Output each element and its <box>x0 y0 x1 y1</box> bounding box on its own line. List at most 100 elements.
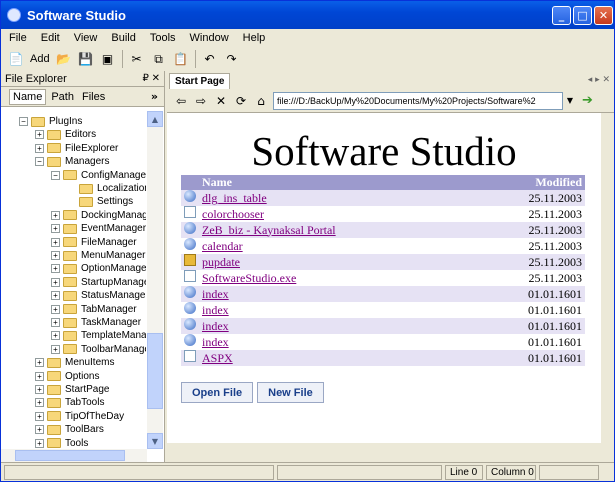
expand-icon[interactable]: + <box>35 130 44 140</box>
expand-icon[interactable]: + <box>35 385 44 394</box>
back-icon[interactable]: ⇦ <box>173 93 189 109</box>
tab-nav-controls[interactable]: ◂ ▸ ✕ <box>588 75 610 85</box>
menu-tools[interactable]: Tools <box>144 32 182 44</box>
tree-item[interactable]: + OptionManager <box>51 262 146 275</box>
tree-item[interactable]: + MenuManager <box>51 249 145 262</box>
tree-item[interactable]: + TipOfTheDay <box>35 410 124 423</box>
new-file-icon[interactable]: 📄 <box>7 50 25 68</box>
tree-item[interactable]: − ConfigManager <box>51 169 146 182</box>
collapse-icon[interactable]: − <box>19 117 28 126</box>
table-row[interactable]: ZeB_biz - Kaynaksal Portal 25.11.2003 <box>181 222 585 238</box>
tree-item[interactable]: + FileManager <box>51 236 137 249</box>
expand-icon[interactable]: + <box>35 411 44 421</box>
tree-item[interactable]: + Options <box>35 370 99 383</box>
minimize-button[interactable]: _ <box>552 6 571 25</box>
file-link[interactable]: dlg_ins_table <box>202 191 267 205</box>
tree-item[interactable]: + TabTools <box>35 396 104 409</box>
tree-item[interactable]: + EventManager <box>51 222 146 235</box>
menu-build[interactable]: Build <box>105 32 141 44</box>
tree-item[interactable]: Settings <box>67 195 133 208</box>
home-icon[interactable]: ⌂ <box>253 93 269 109</box>
table-row[interactable]: SoftwareStudio.exe 25.11.2003 <box>181 270 585 286</box>
table-row[interactable]: colorchooser 25.11.2003 <box>181 206 585 222</box>
tree-item[interactable]: + ToolbarManager <box>51 343 146 356</box>
content-horizontal-scrollbar[interactable] <box>167 443 614 462</box>
add-button[interactable]: Add <box>30 53 50 65</box>
file-link[interactable]: index <box>202 287 229 301</box>
scroll-up-icon[interactable]: ▲ <box>147 111 163 127</box>
file-link[interactable]: index <box>202 303 229 317</box>
new-file-button[interactable]: New File <box>257 382 324 403</box>
tab-path[interactable]: Path <box>48 90 77 104</box>
tree-item[interactable]: + MenuItems <box>35 356 114 369</box>
tab-start-page[interactable]: Start Page <box>169 73 231 89</box>
url-dropdown-icon[interactable]: ▼ <box>563 92 577 110</box>
expand-icon[interactable]: + <box>51 277 60 287</box>
undo-icon[interactable]: ↶ <box>201 50 219 68</box>
tree-item[interactable]: + ToolBars <box>35 423 104 436</box>
tree-item[interactable]: + Tools <box>35 437 88 449</box>
expand-icon[interactable]: + <box>35 143 44 153</box>
close-panel-icon[interactable]: ✕ <box>152 73 160 84</box>
table-row[interactable]: index 01.01.1601 <box>181 318 585 334</box>
expand-icon[interactable]: + <box>35 398 44 408</box>
tree-item[interactable]: Localization <box>67 182 146 195</box>
menu-help[interactable]: Help <box>237 32 272 44</box>
redo-icon[interactable]: ↷ <box>223 50 241 68</box>
file-link[interactable]: ZeB_biz - Kaynaksal Portal <box>202 223 336 237</box>
expand-icon[interactable]: + <box>51 251 60 260</box>
open-folder-icon[interactable]: 📂 <box>55 50 73 68</box>
stop-icon[interactable]: ✕ <box>213 93 229 109</box>
tab-name[interactable]: Name <box>9 88 47 105</box>
open-file-button[interactable]: Open File <box>181 382 254 403</box>
tree-item[interactable]: − PlugIns <box>19 115 82 128</box>
table-row[interactable]: pupdate 25.11.2003 <box>181 254 585 270</box>
tree-item[interactable]: + StartupManager <box>51 276 146 289</box>
expand-icon[interactable]: + <box>35 371 44 381</box>
title-bar[interactable]: Software Studio _ □ ✕ <box>1 1 614 29</box>
expand-icon[interactable]: + <box>51 264 60 274</box>
file-link[interactable]: SoftwareStudio.exe <box>202 271 296 285</box>
table-row[interactable]: calendar 25.11.2003 <box>181 238 585 254</box>
maximize-button[interactable]: □ <box>573 6 592 25</box>
save-icon[interactable]: 💾 <box>77 50 95 68</box>
tree-item[interactable]: + Editors <box>35 128 96 141</box>
menu-window[interactable]: Window <box>184 32 235 44</box>
file-link[interactable]: ASPX <box>202 351 233 365</box>
menu-edit[interactable]: Edit <box>35 32 66 44</box>
file-link[interactable]: pupdate <box>202 255 240 269</box>
file-link[interactable]: index <box>202 319 229 333</box>
expand-icon[interactable]: + <box>35 438 44 448</box>
url-input[interactable]: file:///D:/BackUp/My%20Documents/My%20Pr… <box>273 91 563 110</box>
tree-item[interactable]: + DockingManager <box>51 209 146 222</box>
file-link[interactable]: index <box>202 335 229 349</box>
save-all-icon[interactable]: ▣ <box>99 50 117 68</box>
expand-icon[interactable]: + <box>51 304 60 314</box>
expand-icon[interactable]: + <box>51 331 60 341</box>
paste-icon[interactable]: 📋 <box>172 50 190 68</box>
tree-item[interactable]: + TabManager <box>51 303 137 316</box>
file-link[interactable]: colorchooser <box>202 207 264 221</box>
table-row[interactable]: dlg_ins_table 25.11.2003 <box>181 190 585 206</box>
tree-item[interactable]: + StartPage <box>35 383 109 396</box>
cut-icon[interactable]: ✂ <box>128 50 146 68</box>
menu-file[interactable]: File <box>3 32 33 44</box>
expand-icon[interactable]: + <box>51 318 60 327</box>
expand-icon[interactable]: + <box>51 210 60 220</box>
expand-icon[interactable]: + <box>51 237 60 247</box>
expand-icon[interactable]: + <box>51 291 60 301</box>
expand-icon[interactable]: + <box>35 358 44 368</box>
scroll-down-icon[interactable]: ▼ <box>147 433 163 449</box>
expand-icon[interactable]: + <box>51 224 60 234</box>
table-row[interactable]: index 01.01.1601 <box>181 334 585 350</box>
refresh-icon[interactable]: ⟳ <box>233 93 249 109</box>
tree-item[interactable]: − Managers <box>35 155 109 168</box>
table-row[interactable]: index 01.01.1601 <box>181 286 585 302</box>
scroll-thumb[interactable] <box>147 333 163 409</box>
table-row[interactable]: index 01.01.1601 <box>181 302 585 318</box>
forward-icon[interactable]: ⇨ <box>193 93 209 109</box>
table-row[interactable]: ASPX 01.01.1601 <box>181 350 585 366</box>
go-icon[interactable]: ➔ <box>582 93 593 108</box>
expand-icon[interactable]: + <box>35 425 44 435</box>
tree-item[interactable]: + StatusManager <box>51 289 146 302</box>
